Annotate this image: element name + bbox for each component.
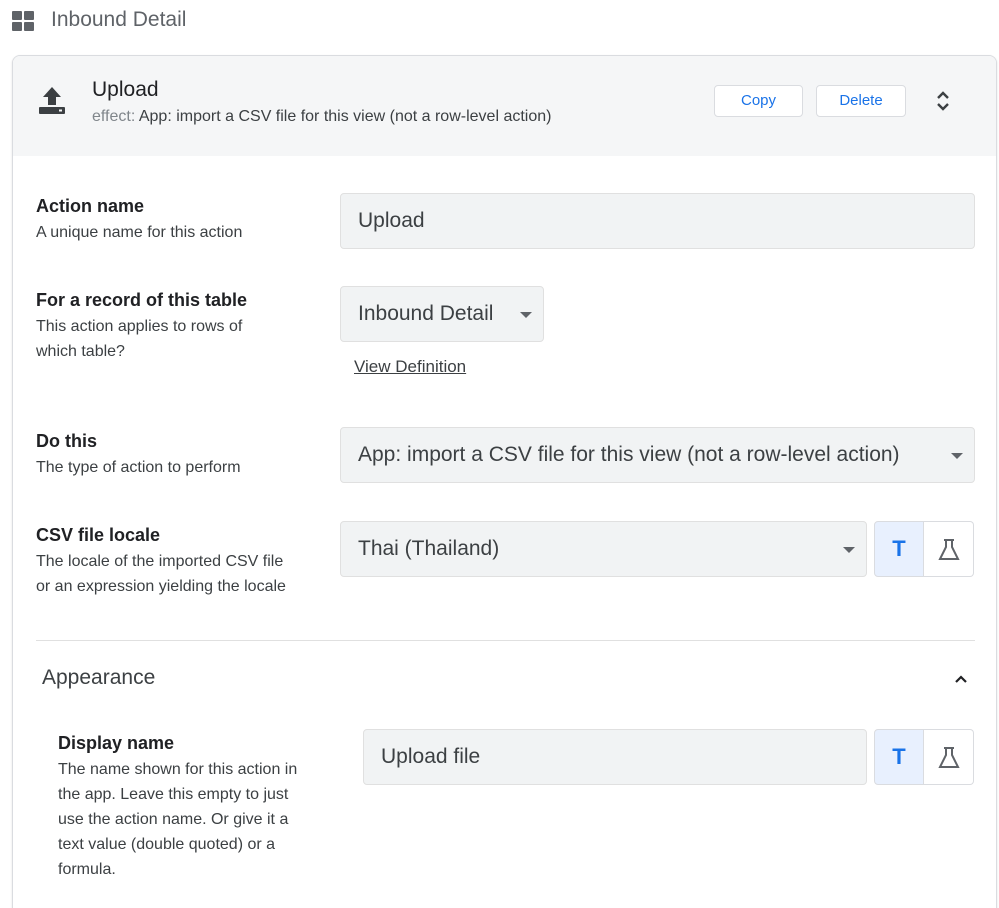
effect-text: App: import a CSV file for this view (no…	[138, 108, 552, 125]
table-select-value: Inbound Detail	[358, 302, 494, 325]
delete-button[interactable]: Delete	[816, 85, 906, 117]
page-header: Inbound Detail	[0, 0, 999, 44]
do-this-select[interactable]: App: import a CSV file for this view (no…	[340, 427, 975, 483]
dropdown-caret-icon	[520, 312, 532, 318]
section-divider	[36, 640, 975, 641]
page-title: Inbound Detail	[51, 8, 187, 31]
action-title: Upload	[92, 78, 159, 101]
action-card-header[interactable]: Upload effect: App: import a CSV file fo…	[13, 56, 996, 156]
table-title: For a record of this table	[36, 290, 248, 310]
action-name-title: Action name	[36, 196, 145, 216]
display-name-input[interactable]: Upload file	[363, 729, 867, 785]
formula-mode-toggle[interactable]	[924, 521, 974, 577]
appearance-section-title[interactable]: Appearance	[42, 666, 155, 690]
effect-label: effect:	[92, 108, 136, 125]
csv-locale-select[interactable]: Thai (Thailand)	[340, 521, 867, 577]
view-definition-link[interactable]: View Definition	[354, 357, 466, 377]
do-this-title: Do this	[36, 431, 97, 451]
display-name-desc-line-2: the app. Leave this empty to just	[58, 786, 289, 803]
do-this-select-value: App: import a CSV file for this view (no…	[358, 443, 900, 466]
csv-locale-desc-line-1: The locale of the imported CSV file	[36, 553, 284, 570]
display-name-formula-mode-toggle[interactable]	[924, 729, 974, 785]
display-name-desc-line-1: The name shown for this action in	[58, 761, 298, 778]
copy-button[interactable]: Copy	[714, 85, 803, 117]
do-this-desc: The type of action to perform	[36, 459, 241, 476]
dropdown-caret-icon	[843, 547, 855, 553]
chevron-up-icon[interactable]	[953, 672, 969, 684]
action-effect: effect: App: import a CSV file for this …	[92, 108, 551, 126]
table-desc-line-2: which table?	[36, 343, 125, 360]
csv-locale-select-value: Thai (Thailand)	[358, 537, 500, 560]
display-name-title: Display name	[58, 733, 175, 753]
csv-locale-title: CSV file locale	[36, 525, 161, 545]
action-name-desc: A unique name for this action	[36, 224, 243, 241]
grid-view-icon	[12, 11, 34, 31]
table-desc-line-1: This action applies to rows of	[36, 318, 243, 335]
action-card: Upload effect: App: import a CSV file fo…	[12, 55, 997, 908]
flask-icon	[938, 747, 960, 768]
upload-icon	[37, 85, 67, 115]
display-name-desc-line-4: text value (double quoted) or a	[58, 836, 276, 853]
display-name-text-mode-toggle[interactable]: T	[874, 729, 924, 785]
action-name-input[interactable]: Upload	[340, 193, 975, 249]
display-name-desc-line-5: formula.	[58, 861, 116, 878]
csv-locale-desc-line-2: or an expression yielding the locale	[36, 578, 286, 595]
flask-icon	[938, 539, 960, 560]
text-mode-toggle[interactable]: T	[874, 521, 924, 577]
table-select[interactable]: Inbound Detail	[340, 286, 544, 342]
dropdown-caret-icon	[951, 453, 963, 459]
display-name-desc-line-3: use the action name. Or give it a	[58, 811, 289, 828]
expand-collapse-icon[interactable]	[933, 89, 953, 113]
